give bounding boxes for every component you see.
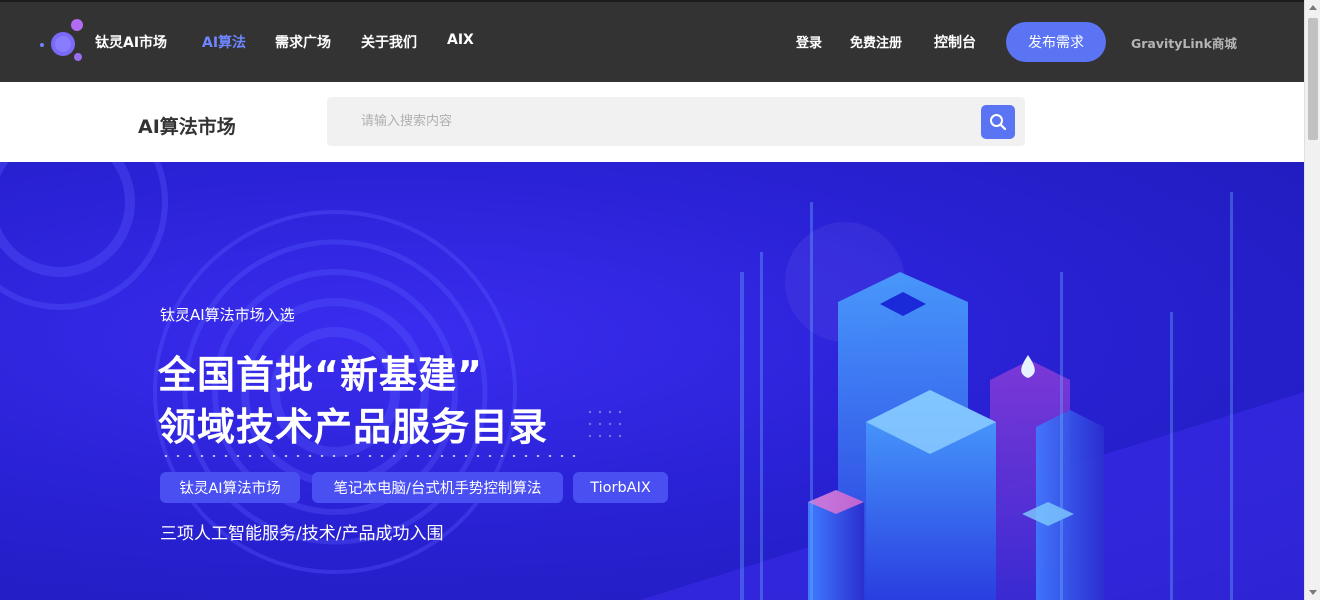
banner-headline-line2: 领域技术产品服务目录 — [158, 405, 549, 449]
banner-subline: 三项人工智能服务/技术/产品成功入围 — [160, 524, 444, 544]
page-title: AI算法市场 — [138, 116, 236, 138]
gravitylink-store-link[interactable]: GravityLink商城 — [1131, 33, 1237, 52]
banner-tag-ai-market[interactable]: 钛灵AI算法市场 — [160, 472, 300, 503]
page-scrollbar[interactable] — [1304, 0, 1320, 600]
login-link[interactable]: 登录 — [796, 32, 822, 51]
search-button[interactable] — [981, 105, 1015, 139]
scroll-down-arrow-icon[interactable] — [1309, 590, 1317, 595]
logo-orbs-icon[interactable] — [38, 17, 90, 67]
search-box — [327, 97, 1025, 146]
top-border — [0, 0, 1304, 2]
brand-name[interactable]: 钛灵AI市场 — [95, 32, 167, 52]
hero-banner[interactable]: 钛灵AI算法市场入选 全国首批“新基建” 领域技术产品服务目录 钛灵AI算法市场… — [0, 162, 1304, 600]
top-navbar: 钛灵AI市场 AI算法 需求广场 关于我们 AIX 登录 免费注册 控制台 发布… — [0, 0, 1304, 82]
nav-item-about-us[interactable]: 关于我们 — [361, 32, 417, 52]
scroll-thumb[interactable] — [1308, 18, 1318, 140]
nav-item-demand-square[interactable]: 需求广场 — [275, 32, 331, 52]
search-band: AI算法市场 — [0, 82, 1304, 162]
search-icon — [990, 114, 1007, 131]
nav-item-ai-algorithm[interactable]: AI算法 — [202, 32, 246, 52]
banner-headline-line1: 全国首批“新基建” — [158, 353, 483, 397]
banner-tag-gesture-algorithm[interactable]: 笔记本电脑/台式机手势控制算法 — [312, 472, 563, 503]
nav-item-aix[interactable]: AIX — [447, 32, 474, 48]
register-link[interactable]: 免费注册 — [850, 32, 902, 51]
search-input[interactable] — [327, 97, 967, 146]
console-link[interactable]: 控制台 — [934, 32, 976, 52]
banner-kicker: 钛灵AI算法市场入选 — [160, 306, 295, 324]
scroll-up-arrow-icon[interactable] — [1309, 5, 1317, 10]
dotted-divider — [160, 455, 580, 457]
banner-tag-tiorbaix[interactable]: TiorbAIX — [573, 472, 668, 503]
publish-demand-button[interactable]: 发布需求 — [1006, 22, 1106, 62]
